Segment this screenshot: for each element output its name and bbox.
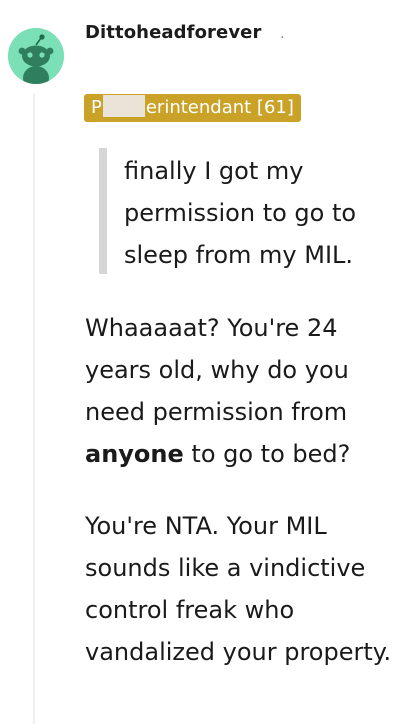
flair-redaction — [102, 95, 145, 117]
comment-author-username[interactable]: Dittoheadforever — [85, 22, 261, 43]
blockquote-bar — [99, 148, 107, 274]
thread-collapse-line[interactable] — [33, 94, 35, 724]
comment-paragraph-2: You're NTA. Your MIL sounds like a vindi… — [85, 512, 392, 666]
flair-prefix: P — [91, 97, 102, 118]
user-avatar[interactable] — [8, 28, 64, 84]
flair-suffix: erintendant [61] — [145, 97, 294, 118]
paragraph-1-text-after: to go to bed? — [183, 440, 351, 468]
snoo-avatar-icon — [8, 28, 64, 84]
meta-separator: · — [280, 30, 285, 46]
user-flair: Perintendant [61] — [84, 94, 301, 122]
paragraph-1-bold-text: anyone — [85, 440, 184, 468]
paragraph-1-text-before: Whaaaaat? You're 24 years old, why do yo… — [85, 314, 349, 426]
blockquote-text: finally I got my permission to go to sle… — [124, 157, 357, 269]
comment-paragraph-1: Whaaaaat? You're 24 years old, why do yo… — [85, 307, 395, 475]
